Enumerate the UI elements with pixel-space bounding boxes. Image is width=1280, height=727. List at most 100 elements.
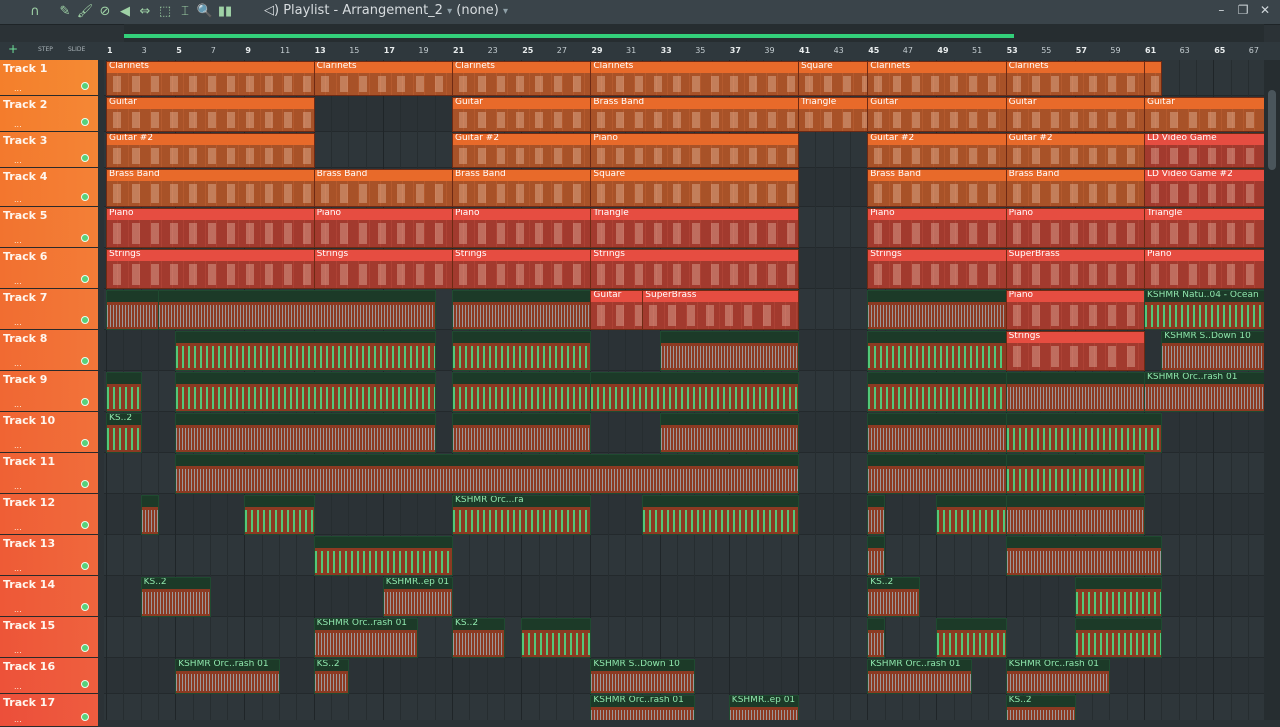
- clip-header[interactable]: [1006, 373, 1144, 384]
- pattern-clip[interactable]: Strings: [106, 249, 315, 289]
- clip-header[interactable]: [868, 414, 1006, 425]
- track-name[interactable]: Track 6: [3, 250, 47, 263]
- clip-header[interactable]: Piano: [1006, 209, 1144, 220]
- track-name[interactable]: Track 3: [3, 134, 47, 147]
- slide-label[interactable]: SLIDE: [68, 46, 85, 53]
- audio-clip[interactable]: [659, 331, 799, 371]
- audio-clip[interactable]: [244, 495, 315, 535]
- track-enable-led[interactable]: [81, 275, 89, 283]
- pattern-clip[interactable]: Guitar: [590, 290, 644, 330]
- clip-header[interactable]: Brass Band: [107, 170, 314, 181]
- track-enable-led[interactable]: [81, 316, 89, 324]
- clip-header[interactable]: Guitar: [107, 98, 314, 109]
- pattern-clip[interactable]: Strings: [313, 249, 453, 289]
- track-header[interactable]: Track 15 ...: [0, 617, 98, 658]
- audio-clip[interactable]: [106, 372, 142, 412]
- track-enable-led[interactable]: [81, 439, 89, 447]
- track-name[interactable]: Track 4: [3, 170, 47, 183]
- pattern-clip[interactable]: Guitar: [452, 97, 592, 132]
- clip-header[interactable]: KSHMR S..Down 10: [591, 660, 695, 671]
- track-header[interactable]: Track 1 ...: [0, 60, 98, 96]
- clip-header[interactable]: Piano: [314, 209, 452, 220]
- clip-header[interactable]: Square: [799, 62, 868, 73]
- clip-header[interactable]: [1006, 537, 1162, 548]
- audio-clip[interactable]: [1005, 413, 1163, 453]
- track-enable-led[interactable]: [81, 154, 89, 162]
- pattern-clip[interactable]: Clarinets: [1005, 61, 1145, 96]
- pattern-clip[interactable]: Guitar: [1005, 97, 1145, 132]
- pattern-clip[interactable]: Piano: [1005, 208, 1145, 248]
- track-header[interactable]: Track 11 ...: [0, 453, 98, 494]
- audio-clip[interactable]: KS..2: [313, 659, 350, 694]
- minimize-button[interactable]: –: [1212, 3, 1230, 17]
- clip-header[interactable]: Guitar: [1006, 98, 1144, 109]
- slice-icon[interactable]: ⌶: [176, 3, 194, 21]
- pattern-clip[interactable]: Guitar #2: [1005, 133, 1145, 168]
- audio-clip[interactable]: [1005, 536, 1163, 576]
- audio-clip[interactable]: [1005, 372, 1145, 412]
- audio-clip[interactable]: [642, 495, 799, 535]
- clip-header[interactable]: [937, 496, 1006, 507]
- audio-clip[interactable]: [936, 495, 1007, 535]
- pattern-clip[interactable]: Piano: [452, 208, 592, 248]
- track-name[interactable]: Track 5: [3, 209, 47, 222]
- clip-header[interactable]: Guitar #2: [107, 134, 314, 145]
- clip-header[interactable]: KSHMR..ep 01: [729, 696, 798, 707]
- pattern-clip[interactable]: Guitar #2: [452, 133, 592, 168]
- clip-header[interactable]: Brass Band: [314, 170, 452, 181]
- pattern-clip[interactable]: Square: [798, 61, 869, 96]
- audio-clip[interactable]: [175, 413, 436, 453]
- pattern-clip[interactable]: Clarinets: [106, 61, 315, 96]
- clip-header[interactable]: SuperBrass: [643, 291, 798, 302]
- clip-header[interactable]: KS..2: [107, 414, 141, 425]
- clip-header[interactable]: KSHMR Orc..rash 01: [176, 660, 279, 671]
- clip-header[interactable]: KSHMR Orc..rash 01: [868, 660, 971, 671]
- track-header[interactable]: Track 12 ...: [0, 494, 98, 535]
- clip-header[interactable]: [158, 291, 435, 302]
- audio-clip[interactable]: KSHMR Orc..rash 01: [175, 659, 280, 694]
- pattern-clip[interactable]: Piano: [106, 208, 315, 248]
- clip-header[interactable]: [868, 455, 1006, 466]
- pattern-clip[interactable]: Triangle: [1144, 208, 1264, 248]
- audio-clip[interactable]: KSHMR Orc..rash 01: [1005, 659, 1111, 694]
- clip-header[interactable]: [868, 537, 885, 548]
- slip-icon[interactable]: ⇔: [136, 3, 154, 21]
- pattern-clip[interactable]: Clarinets: [452, 61, 592, 96]
- track-enable-led[interactable]: [81, 357, 89, 365]
- audio-clip[interactable]: [175, 454, 799, 494]
- clip-header[interactable]: Clarinets: [591, 62, 798, 73]
- clip-header[interactable]: [453, 373, 591, 384]
- timeline-ruler[interactable]: 1 3 5 7 9 11 13 15 17 19 21 23 25 27 29 31 33 35 37 39 41 43 4…: [104, 42, 1280, 61]
- clip-header[interactable]: Piano: [453, 209, 591, 220]
- clip-header[interactable]: Guitar: [868, 98, 1006, 109]
- audio-clip[interactable]: [313, 536, 453, 576]
- playback-icon[interactable]: ▮▮: [216, 3, 234, 21]
- clip-header[interactable]: KS..2: [868, 578, 920, 589]
- audio-clip[interactable]: [590, 372, 799, 412]
- track-header[interactable]: Track 17 ...: [0, 694, 98, 727]
- clip-header[interactable]: Clarinets: [1006, 62, 1144, 73]
- restore-button[interactable]: ❐: [1234, 3, 1252, 17]
- pattern-clip[interactable]: Piano: [1144, 249, 1264, 289]
- track-header[interactable]: Track 6 ...: [0, 248, 98, 289]
- track-header[interactable]: Track 3 ...: [0, 132, 98, 168]
- pattern-clip[interactable]: Piano: [1005, 290, 1145, 330]
- clip-header[interactable]: Guitar: [453, 98, 591, 109]
- audio-clip[interactable]: KSHMR Orc..rash 01: [867, 659, 972, 694]
- audio-clip[interactable]: [452, 413, 592, 453]
- audio-clip[interactable]: [867, 331, 1007, 371]
- audio-clip[interactable]: [936, 618, 1007, 658]
- clip-header[interactable]: KSHMR..ep 01: [383, 578, 452, 589]
- clip-header[interactable]: Clarinets: [868, 62, 1006, 73]
- arrangement-title[interactable]: Playlist - Arrangement_2: [283, 3, 443, 18]
- audio-clip[interactable]: [157, 290, 436, 330]
- track-header[interactable]: Track 13 ...: [0, 535, 98, 576]
- track-enable-led[interactable]: [81, 82, 89, 90]
- pattern-clip[interactable]: Brass Band: [452, 169, 592, 207]
- track-name[interactable]: Track 1: [3, 62, 47, 75]
- audio-clip[interactable]: [452, 290, 592, 330]
- track-enable-led[interactable]: [81, 398, 89, 406]
- audio-clip[interactable]: [452, 372, 592, 412]
- clip-header[interactable]: [660, 332, 798, 343]
- clip-header[interactable]: [453, 414, 591, 425]
